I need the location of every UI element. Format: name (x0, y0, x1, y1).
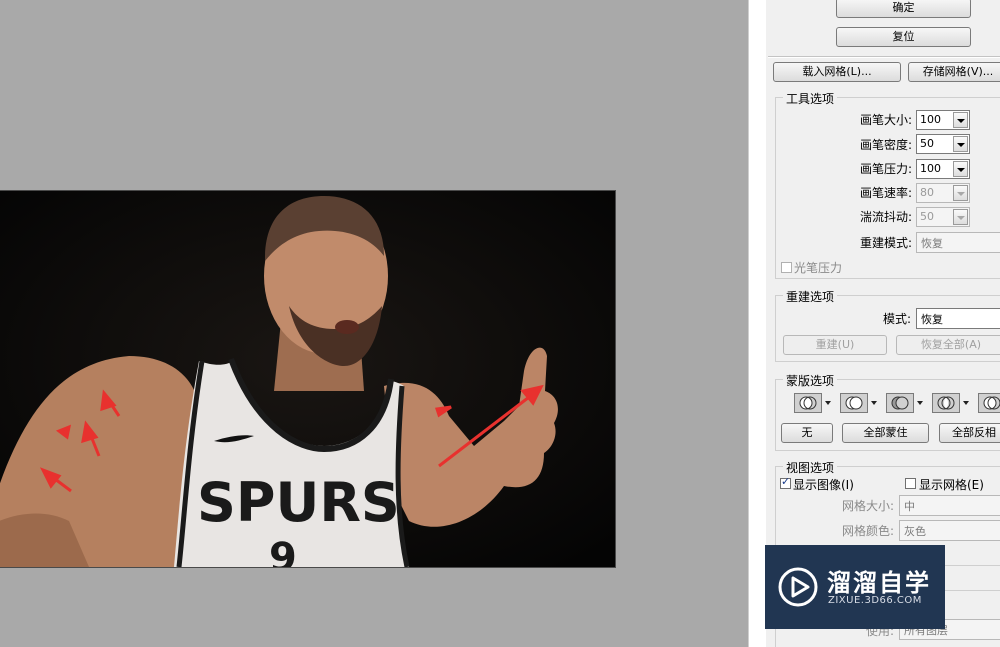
brush-density-label: 画笔密度: (860, 138, 913, 152)
mask-all-button[interactable]: 全部蒙住 (842, 423, 929, 443)
subtract-from-selection-icon[interactable] (886, 393, 914, 413)
brush-size-label: 画笔大小: (860, 113, 913, 127)
invert-selection-icon[interactable] (978, 393, 1000, 413)
stylus-pressure-checkbox[interactable] (781, 262, 792, 273)
invert-all-button[interactable]: 全部反相 (939, 423, 1000, 443)
mode-label: 模式: (883, 312, 912, 326)
ok-button[interactable]: 确定 (836, 0, 971, 18)
jersey-text: SPURS (197, 471, 400, 534)
watermark-url: ZIXUE.3D66.COM (828, 595, 922, 606)
stylus-pressure-label: 光笔压力 (794, 261, 843, 275)
mesh-size-label: 网格大小: (842, 499, 895, 513)
basketball-player-photo: SPURS 9 (0, 191, 615, 567)
show-image-label: 显示图像(I) (793, 478, 854, 492)
turbulent-jitter-value: 50 (920, 210, 934, 223)
preview-image[interactable]: SPURS 9 (0, 190, 616, 568)
brush-density-combo[interactable]: 50 (916, 134, 970, 154)
chevron-down-icon[interactable] (963, 401, 969, 405)
play-logo-icon (778, 567, 818, 607)
show-mesh-checkbox[interactable] (905, 478, 916, 489)
reconstruct-mode-label: 重建模式: (860, 236, 913, 250)
mesh-color-label: 网格颜色: (842, 524, 895, 538)
mask-options-legend: 蒙版选项 (783, 372, 838, 389)
brush-size-combo[interactable]: 100 (916, 110, 970, 130)
load-mesh-button[interactable]: 载入网格(L)... (773, 62, 901, 82)
brush-rate-combo: 80 (916, 183, 970, 203)
brush-rate-label: 画笔速率: (860, 186, 913, 200)
watermark-logo: 溜溜自学 ZIXUE.3D66.COM (765, 545, 945, 629)
tool-options-legend: 工具选项 (783, 90, 838, 107)
reconstruct-button[interactable]: 重建(U) (783, 335, 887, 355)
watermark-title: 溜溜自学 (827, 569, 931, 597)
brush-pressure-combo[interactable]: 100 (916, 159, 970, 179)
brush-density-value: 50 (920, 137, 934, 150)
chevron-down-icon[interactable] (953, 136, 968, 152)
chevron-down-icon[interactable] (871, 401, 877, 405)
mode-select[interactable]: 恢复 (916, 308, 1000, 329)
chevron-down-icon[interactable] (825, 401, 831, 405)
chevron-down-icon[interactable] (917, 401, 923, 405)
intersect-selection-icon[interactable] (932, 393, 960, 413)
view-options-legend: 视图选项 (783, 459, 838, 476)
reconstruct-mode-value: 恢复 (921, 237, 943, 250)
separator (768, 56, 1000, 58)
restore-all-button[interactable]: 恢复全部(A) (896, 335, 1000, 355)
chevron-down-icon[interactable] (953, 161, 968, 177)
save-mesh-button[interactable]: 存储网格(V)... (908, 62, 1000, 82)
chevron-down-icon (953, 209, 968, 225)
mesh-size-value: 中 (904, 500, 915, 513)
mask-none-button[interactable]: 无 (781, 423, 833, 443)
mesh-size-select: 中 (899, 495, 1000, 516)
show-image-checkbox[interactable] (780, 475, 791, 489)
preview-canvas[interactable]: SPURS 9 (0, 0, 748, 647)
jersey-number: 9 (269, 535, 297, 567)
reconstruct-mode-select: 恢复 (916, 232, 1000, 253)
brush-pressure-label: 画笔压力: (860, 162, 913, 176)
brush-rate-value: 80 (920, 186, 934, 199)
mesh-color-value: 灰色 (904, 525, 926, 538)
turbulent-jitter-label: 湍流抖动: (860, 210, 913, 224)
chevron-down-icon[interactable] (953, 112, 968, 128)
mesh-color-select: 灰色 (899, 520, 1000, 541)
reconstruct-options-legend: 重建选项 (783, 288, 838, 305)
reset-button[interactable]: 复位 (836, 27, 971, 47)
turbulent-jitter-combo: 50 (916, 207, 970, 227)
add-to-selection-icon[interactable] (840, 393, 868, 413)
chevron-down-icon (953, 185, 968, 201)
brush-size-value: 100 (920, 113, 941, 126)
mode-value: 恢复 (921, 313, 943, 326)
replace-selection-icon[interactable] (794, 393, 822, 413)
brush-pressure-value: 100 (920, 162, 941, 175)
show-mesh-label: 显示网格(E) (919, 478, 984, 492)
